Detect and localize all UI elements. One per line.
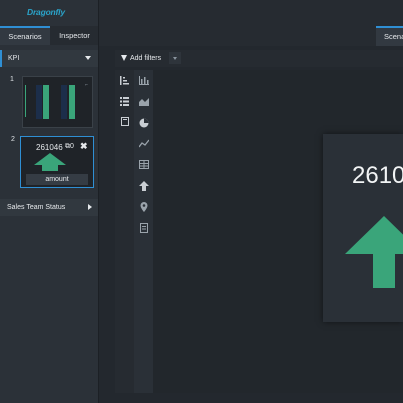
close-icon[interactable]: ✖: [80, 141, 88, 152]
app-logo: Dragonfly: [0, 0, 99, 26]
left-toolbar: [115, 70, 134, 393]
chevron-down-icon: [85, 56, 91, 60]
filter-bar: Add filters: [115, 50, 403, 67]
chevron-right-icon: [88, 204, 92, 210]
kpi-value: 2610: [352, 162, 403, 189]
thumbnail-up-arrow-icon: [34, 153, 66, 171]
chevron-down-icon[interactable]: [169, 52, 181, 64]
thumbnail-number: 2: [11, 136, 15, 143]
area-chart-icon[interactable]: [134, 92, 153, 111]
tab-inspector[interactable]: Inspector: [50, 26, 99, 45]
table-icon[interactable]: [134, 155, 153, 174]
thumbnail-field-label: amount: [26, 174, 88, 185]
kpi-arrow-icon[interactable]: [134, 176, 153, 195]
thumbnail-number: 1: [10, 76, 14, 83]
add-filters-button[interactable]: Add filters: [115, 50, 182, 67]
kpi-card[interactable]: 2610: [323, 134, 403, 322]
scenario-thumbnail-2[interactable]: 261046 ⧉0 ✖ amount: [20, 136, 94, 188]
left-panel: Dragonfly Scenarios Inspector KPI 1 ⌐ 2 …: [0, 0, 99, 403]
line-chart-icon[interactable]: [134, 134, 153, 153]
sales-section-label: Sales Team Status: [7, 204, 66, 211]
up-arrow-icon: [345, 216, 403, 288]
kpi-section-label: KPI: [8, 55, 20, 62]
tab-scenario[interactable]: Scena: [376, 26, 403, 46]
panel-divider: [98, 0, 99, 403]
filter-icon: [121, 55, 127, 61]
tab-scenarios[interactable]: Scenarios: [0, 26, 50, 45]
file-icon[interactable]: [134, 218, 153, 237]
list-icon[interactable]: [115, 92, 134, 111]
add-filters-label: Add filters: [130, 55, 162, 62]
top-bar: Scena: [99, 0, 403, 46]
pie-chart-icon[interactable]: [134, 113, 153, 132]
logo-text: Dragonfly: [27, 7, 65, 17]
panel-tabs: Scenarios Inspector: [0, 26, 99, 45]
chart-type-toolbar: [134, 70, 153, 393]
sales-team-status-header[interactable]: Sales Team Status: [0, 199, 99, 216]
sort-icon[interactable]: [115, 71, 134, 90]
thumbnail-kpi-value: 261046: [36, 143, 63, 152]
copy-icon[interactable]: ⧉0: [65, 143, 74, 151]
kpi-section-header[interactable]: KPI: [0, 50, 99, 67]
thumbnail-mark: ⌐: [85, 82, 88, 88]
map-pin-icon[interactable]: [134, 197, 153, 216]
book-icon[interactable]: [115, 112, 134, 131]
scenario-thumbnail-1[interactable]: ⌐: [22, 76, 93, 128]
bar-chart-icon[interactable]: [134, 71, 153, 90]
